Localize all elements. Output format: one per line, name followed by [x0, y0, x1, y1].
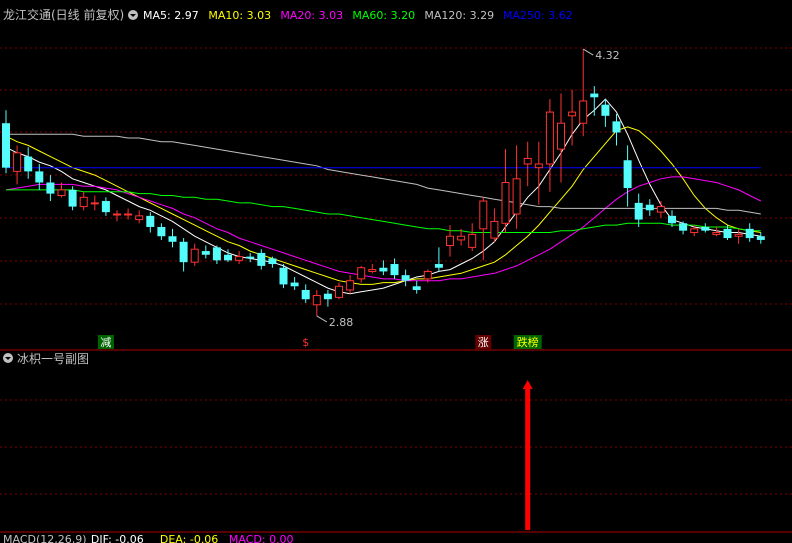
candle: [534, 141, 543, 205]
high-pointer: [582, 48, 594, 56]
chart-stage: 龙江交通(日线 前复权) MA5: 2.97 MA10: 3.03 MA20: 3.…: [0, 7, 792, 543]
candle: [545, 99, 554, 192]
candle: [135, 210, 144, 224]
signal-arrow-head: [522, 380, 533, 389]
candle: [46, 175, 55, 202]
ma-legend: MA5: 2.97 MA10: 3.03 MA20: 3.03 MA60: 3.20 M…: [143, 9, 573, 22]
candle: [201, 245, 210, 259]
macd-legend: MACD(12,26,9) DIF: -0.06 DEA: -0.06 MACD: 0…: [3, 533, 294, 543]
sub-panel-title: 冰枳一号副图: [17, 352, 89, 366]
candle: [90, 195, 99, 211]
candle: [268, 256, 277, 268]
macd-legend-item: DIF: -0.06: [91, 533, 144, 543]
chart-header: 龙江交通(日线 前复权) MA5: 2.97 MA10: 3.03 MA20: 3.…: [3, 7, 573, 22]
ma-legend-item: MA60: 3.20: [352, 9, 415, 22]
high-label: 4.32: [595, 49, 620, 62]
dropdown-icon[interactable]: [128, 10, 138, 20]
sub-signal: [522, 380, 533, 530]
candle: [412, 280, 421, 294]
stock-title: 龙江交通(日线 前复权): [3, 7, 124, 22]
candle: [557, 93, 565, 183]
candle: [656, 201, 665, 218]
candle: [2, 110, 10, 174]
candle: [190, 243, 199, 266]
signal-marker-label: 跌榜: [517, 335, 539, 349]
macd-legend-item: MACD(12,26,9): [3, 533, 87, 543]
signal-marker: 减: [97, 335, 114, 349]
ma-legend-item: MA20: 3.03: [280, 9, 343, 22]
candle: [312, 289, 321, 316]
candle: [568, 89, 577, 146]
ma-line-ma120: [6, 133, 761, 215]
candle: [679, 221, 688, 235]
candle: [357, 265, 366, 283]
candle: [434, 247, 443, 272]
ma-legend-item: MA5: 2.97: [143, 9, 199, 22]
candle: [468, 223, 477, 252]
candle: [645, 199, 654, 216]
price-annotations: 4.32 2.88: [316, 48, 620, 329]
candle: [634, 193, 643, 227]
candle: [745, 223, 754, 242]
sub-panel-header: 冰枳一号副图: [3, 352, 89, 366]
candle: [623, 145, 632, 207]
candle: [212, 245, 221, 265]
candle: [501, 149, 510, 233]
candle: [168, 228, 177, 248]
signal-marker: $: [297, 335, 314, 349]
candle: [301, 284, 310, 303]
signal-marker-label: $: [302, 336, 309, 349]
candle: [24, 147, 33, 179]
candle: [235, 251, 244, 265]
candle: [257, 249, 266, 270]
candle: [179, 238, 188, 272]
candle: [490, 208, 499, 242]
candle: [390, 258, 399, 279]
candle: [157, 223, 166, 240]
signal-marker: 跌榜: [513, 335, 542, 349]
ma-legend-item: MA120: 3.29: [424, 9, 494, 22]
candle: [335, 282, 343, 300]
candle: [379, 260, 388, 276]
candle: [346, 275, 355, 294]
macd-legend-item: MACD: 0.00: [229, 533, 294, 543]
candle: [79, 191, 88, 211]
signal-marker: 涨: [475, 335, 492, 349]
candle: [113, 210, 121, 222]
signal-marker-label: 涨: [478, 336, 489, 349]
signal-marker-label: 减: [100, 336, 111, 349]
macd-legend-item: DEA: -0.06: [160, 533, 218, 543]
candle: [401, 269, 410, 287]
candle: [690, 225, 699, 237]
candle: [601, 99, 610, 127]
candle: [701, 223, 710, 233]
signal-bar: [525, 388, 531, 530]
candle: [734, 228, 743, 244]
signal-markers: 减 $ 涨 跌榜: [97, 335, 542, 349]
candle: [590, 86, 599, 116]
candle: [479, 197, 488, 261]
dropdown-icon[interactable]: [3, 353, 13, 363]
candle: [101, 197, 110, 216]
candle: [246, 252, 255, 263]
sub-grid: [0, 399, 792, 495]
candle: [523, 141, 532, 187]
candle: [579, 49, 588, 137]
low-label: 2.88: [329, 316, 354, 329]
low-pointer: [316, 315, 328, 323]
ma-legend-item: MA250: 3.62: [503, 9, 573, 22]
candle: [756, 232, 765, 244]
candle: [512, 145, 521, 229]
candle: [290, 277, 299, 290]
candle: [368, 264, 377, 274]
candle: [146, 212, 155, 233]
ma-legend-item: MA10: 3.03: [208, 9, 271, 22]
